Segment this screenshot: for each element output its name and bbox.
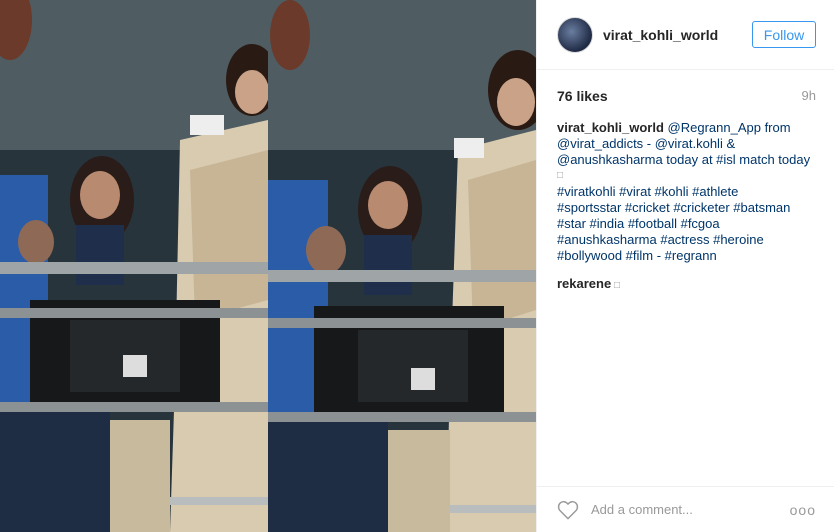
post-photo[interactable] (0, 0, 536, 532)
caption-line-4: □ (557, 170, 564, 181)
likes-count[interactable]: 76 likes (557, 88, 608, 104)
photo-scene-left (0, 0, 268, 532)
instagram-post: virat_kohli_world Follow 76 likes 9h vir… (0, 0, 834, 532)
comment-item: rekarene □ (537, 264, 834, 291)
caption-hashtags-4[interactable]: #anushkasharma #actress #heroine (557, 232, 816, 248)
avatar[interactable] (557, 16, 593, 53)
comment-text: □ (611, 280, 621, 291)
caption-hashtags-3[interactable]: #star #india #football #fcgoa (557, 216, 816, 232)
comment-username[interactable]: rekarene (557, 276, 611, 291)
caption-hashtags-5[interactable]: #bollywood #film - #regrann (557, 248, 816, 264)
add-comment-input[interactable] (589, 501, 790, 518)
caption-line-2[interactable]: @virat_addicts - @virat.kohli & (557, 136, 816, 152)
header-username[interactable]: virat_kohli_world (603, 27, 752, 43)
post-meta: 76 likes 9h (537, 70, 834, 104)
heart-icon[interactable] (557, 500, 579, 520)
caption-hashtags-2[interactable]: #sportsstar #cricket #cricketer #batsman (557, 200, 816, 216)
caption-line-1-text[interactable]: @Regrann_App from (664, 120, 791, 135)
photo-panel-left (0, 0, 268, 532)
post-sidebar: virat_kohli_world Follow 76 likes 9h vir… (536, 0, 834, 532)
caption-hashtags-1[interactable]: #viratkohli #virat #kohli #athlete (557, 184, 816, 200)
follow-button[interactable]: Follow (752, 21, 816, 48)
caption-line-3[interactable]: @anushkasharma today at #isl match today (557, 152, 816, 168)
caption-line-1: virat_kohli_world @Regrann_App from (557, 120, 816, 136)
post-header: virat_kohli_world Follow (537, 0, 834, 70)
post-footer: ooo (537, 486, 834, 532)
post-time[interactable]: 9h (802, 88, 816, 104)
caption-username[interactable]: virat_kohli_world (557, 120, 664, 135)
photo-scene-right (268, 0, 536, 532)
more-options-icon[interactable]: ooo (790, 502, 816, 518)
post-caption: virat_kohli_world @Regrann_App from @vir… (537, 104, 834, 264)
photo-panel-right (268, 0, 536, 532)
